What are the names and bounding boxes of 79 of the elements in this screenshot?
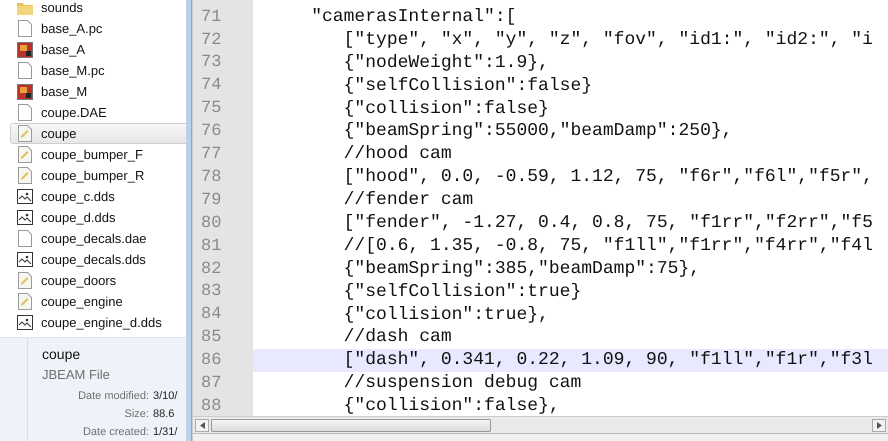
- line-number: 82: [193, 258, 253, 281]
- file-icon: [18, 20, 32, 37]
- text-file-icon: [18, 167, 32, 184]
- file-item[interactable]: coupe_c.dds: [10, 186, 186, 207]
- code-line: {"collision":false},: [342, 395, 560, 416]
- image-file-icon: [17, 42, 33, 58]
- code-line: //hood cam: [342, 143, 452, 166]
- code-line: ["type", "x", "y", "z", "fov", "id1:", "id2:", "i: [342, 28, 873, 52]
- line-number: 84: [193, 304, 253, 326]
- line-number: 83: [193, 280, 253, 304]
- file-item[interactable]: coupe_doors: [10, 270, 186, 291]
- file-icon: [18, 62, 32, 79]
- code-line: //suspension debug cam: [342, 372, 582, 396]
- file-item[interactable]: coupe_engine_d.dds: [10, 312, 186, 333]
- code-line: ["dash", 0.341, 0.22, 1.09, 90, "f1ll","f1r","f3l: [342, 349, 873, 372]
- line-number: 87: [193, 372, 253, 396]
- line-number: 76: [193, 120, 253, 144]
- code-line: ["fender", -1.27, 0.4, 0.8, 75, "f1rr","f2rr","f5: [342, 212, 873, 235]
- code-line: {"selfCollision":false}: [342, 74, 592, 98]
- file-item[interactable]: base_A.pc: [10, 18, 186, 39]
- code-line: {"beamSpring":385,"beamDamp":75},: [342, 258, 700, 281]
- line-number: 71: [193, 6, 253, 29]
- file-item[interactable]: coupe_decals.dds: [10, 249, 186, 270]
- code-line: {"collision":true},: [342, 304, 549, 327]
- image-icon: [17, 189, 33, 204]
- folder-icon: [17, 0, 33, 14]
- line-number: 88: [193, 395, 253, 416]
- file-item[interactable]: coupe_bumper_F: [10, 144, 186, 165]
- line-number: 72: [193, 28, 253, 52]
- file-item[interactable]: coupe.DAE: [10, 102, 186, 123]
- file-item[interactable]: coupe: [10, 123, 186, 144]
- text-file-icon: [18, 272, 32, 289]
- line-number: 86: [193, 349, 253, 372]
- text-file-icon: [18, 125, 32, 142]
- file-type: JBEAM File: [42, 366, 111, 384]
- text-file-icon: [18, 146, 32, 163]
- line-number: 74: [193, 74, 253, 98]
- file-item[interactable]: base_A: [10, 39, 186, 60]
- code-line: {"nodeWeight":1.9},: [342, 52, 549, 75]
- detail-value: 88.6: [153, 406, 176, 422]
- file-item[interactable]: coupe_engine: [10, 291, 186, 312]
- image-file-icon: [17, 84, 33, 100]
- detail-label: Date created:: [82, 424, 149, 440]
- scroll-thumb[interactable]: [211, 418, 491, 432]
- file-icon: [18, 104, 32, 121]
- code-line: //dash cam: [342, 326, 452, 350]
- detail-value: 1/31/: [153, 424, 178, 440]
- text-file-icon: [18, 293, 32, 310]
- code-line: {"selfCollision":true}: [342, 280, 582, 304]
- image-icon: [17, 252, 33, 267]
- code-line: {"collision":false}: [342, 98, 549, 121]
- file-item[interactable]: coupe_decals.dae: [10, 228, 186, 249]
- scroll-right-icon[interactable]: [872, 418, 886, 432]
- code-line: ["hood", 0.0, -0.59, 1.12, 75, "f6r","f6l","f5r",: [342, 166, 873, 190]
- line-number: 81: [193, 234, 253, 258]
- file-item[interactable]: coupe_bumper_R: [10, 165, 186, 186]
- detail-label: Date modified:: [77, 388, 149, 404]
- line-number: 85: [193, 326, 253, 350]
- file-icon: [18, 230, 32, 247]
- line-number: 75: [193, 98, 253, 120]
- file-name: coupe: [42, 345, 82, 364]
- file-item[interactable]: base_M: [10, 81, 186, 102]
- detail-label: Size:: [124, 406, 149, 422]
- file-item[interactable]: coupe_d.dds: [10, 207, 186, 228]
- image-icon: [17, 210, 33, 225]
- line-number: 77: [193, 143, 253, 166]
- line-number: 78: [193, 166, 253, 190]
- code-line: //[0.6, 1.35, -0.8, 75, "f1ll","f1rr","f4rr","f4l: [342, 234, 873, 258]
- image-icon: [17, 315, 33, 330]
- code-line: "camerasInternal":[: [310, 6, 516, 29]
- line-number: 79: [193, 189, 253, 212]
- code-line: {"beamSpring":55000,"beamDamp":250},: [342, 120, 732, 144]
- detail-value: 3/10/: [153, 388, 178, 404]
- line-number: 73: [193, 52, 253, 75]
- file-item[interactable]: base_M.pc: [10, 60, 186, 81]
- line-number: 80: [193, 212, 253, 235]
- scroll-left-icon[interactable]: [195, 418, 209, 432]
- code-line: //fender cam: [342, 189, 474, 212]
- file-item[interactable]: sounds: [10, 0, 186, 18]
